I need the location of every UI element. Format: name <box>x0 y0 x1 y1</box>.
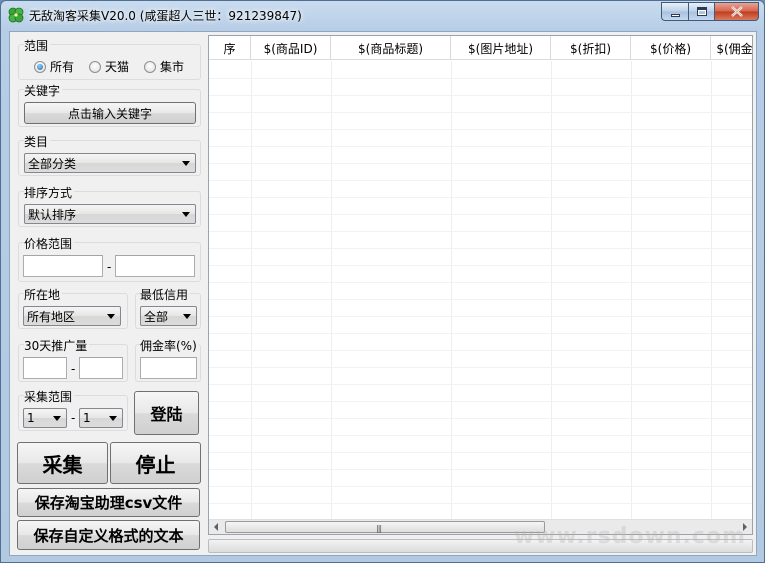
save-csv-button[interactable]: 保存淘宝助理csv文件 <box>17 488 200 517</box>
clover-app-icon <box>8 7 24 23</box>
radio-tmall[interactable]: 天猫 <box>89 58 129 75</box>
category-label: 类目 <box>24 133 51 150</box>
save-custom-text-button[interactable]: 保存自定义格式的文本 <box>17 520 200 550</box>
login-button[interactable]: 登陆 <box>134 391 199 435</box>
chevron-down-icon <box>182 212 190 217</box>
results-table[interactable]: 序 $(商品ID) $(商品标题) $(图片地址) $(折扣) $(价格) $(… <box>208 35 753 535</box>
table-header: 序 $(商品ID) $(商品标题) $(图片地址) $(折扣) $(价格) $(… <box>209 36 752 60</box>
price-label: 价格范围 <box>24 235 75 252</box>
app-window: 无敌淘客采集V20.0 (咸蛋超人三世：921239847) 范围 所有 天猫 … <box>0 0 765 563</box>
location-select[interactable]: 所有地区 <box>23 306 121 326</box>
client-area: 范围 所有 天猫 集市 关键字 点击输入关键字 类目 全部分类 排序方式 默认排… <box>9 31 757 556</box>
minimize-icon <box>670 13 680 17</box>
input-keyword-button[interactable]: 点击输入关键字 <box>24 102 196 124</box>
range-label: 范围 <box>24 37 51 54</box>
commission-input[interactable] <box>140 357 197 379</box>
sort-select[interactable]: 默认排序 <box>24 204 196 224</box>
chevron-down-icon <box>183 314 191 319</box>
chevron-down-icon <box>53 416 61 421</box>
location-group: 所在地 所有地区 <box>18 286 128 329</box>
credit-value: 全部 <box>144 309 169 324</box>
price-min-input[interactable] <box>23 255 103 277</box>
credit-group: 最低信用 全部 <box>135 286 201 329</box>
keyword-label: 关键字 <box>24 82 63 99</box>
radio-market[interactable]: 集市 <box>144 58 184 75</box>
radio-all[interactable]: 所有 <box>34 58 74 75</box>
title-bar[interactable]: 无敌淘客采集V20.0 (咸蛋超人三世：921239847) <box>1 1 764 31</box>
price-group: 价格范围 - <box>18 235 201 282</box>
column-header-commission[interactable]: $(佣金比 <box>711 36 752 60</box>
radio-all-indicator <box>34 60 46 73</box>
sort-label: 排序方式 <box>24 184 75 201</box>
window-title: 无敌淘客采集V20.0 (咸蛋超人三世：921239847) <box>29 9 302 23</box>
category-select[interactable]: 全部分类 <box>24 153 196 173</box>
close-icon <box>730 6 743 17</box>
credit-select[interactable]: 全部 <box>140 306 197 326</box>
radio-market-label: 集市 <box>160 60 185 74</box>
stop-button[interactable]: 停止 <box>110 442 201 484</box>
collect-button[interactable]: 采集 <box>17 442 108 484</box>
chevron-down-icon <box>182 161 190 166</box>
column-header-item-id[interactable]: $(商品ID) <box>251 36 331 60</box>
radio-tmall-indicator <box>89 60 101 73</box>
price-max-input[interactable] <box>115 255 195 277</box>
maximize-button[interactable] <box>688 2 714 21</box>
collect-range-label: 采集范围 <box>24 388 75 405</box>
watermark: www.rsdown.com <box>513 524 746 549</box>
range-group: 范围 所有 天猫 集市 <box>18 37 201 80</box>
category-group: 类目 全部分类 <box>18 133 201 176</box>
collect-range-separator: - <box>71 411 76 425</box>
column-header-index[interactable]: 序 <box>209 36 251 60</box>
promo-label: 30天推广量 <box>24 337 90 354</box>
column-header-price[interactable]: $(价格) <box>631 36 711 60</box>
collect-from-select[interactable]: 1 <box>23 408 67 428</box>
column-header-discount[interactable]: $(折扣) <box>551 36 631 60</box>
category-value: 全部分类 <box>28 156 77 171</box>
column-header-image-url[interactable]: $(图片地址) <box>451 36 551 60</box>
chevron-down-icon <box>107 314 115 319</box>
commission-label: 佣金率(%) <box>140 337 199 354</box>
credit-label: 最低信用 <box>140 286 191 303</box>
caption-buttons <box>661 2 759 21</box>
table-grid-lines <box>209 61 752 521</box>
collect-to-value: 1 <box>83 411 91 425</box>
scrollbar-thumb[interactable]: ||| <box>225 521 545 533</box>
location-value: 所有地区 <box>27 309 76 324</box>
column-header-item-title[interactable]: $(商品标题) <box>331 36 451 60</box>
collect-from-value: 1 <box>27 411 35 425</box>
location-label: 所在地 <box>24 286 63 303</box>
sort-value: 默认排序 <box>28 207 77 222</box>
commission-group: 佣金率(%) <box>135 337 201 382</box>
close-button[interactable] <box>714 2 759 21</box>
collect-to-select[interactable]: 1 <box>79 408 123 428</box>
keyword-group: 关键字 点击输入关键字 <box>18 82 201 127</box>
radio-tmall-label: 天猫 <box>105 60 130 74</box>
grip-icon: ||| <box>376 524 382 533</box>
promo-max-input[interactable] <box>79 357 123 379</box>
chevron-down-icon <box>109 416 117 421</box>
scroll-left-icon[interactable] <box>214 523 218 531</box>
price-separator: - <box>107 260 112 274</box>
radio-all-label: 所有 <box>50 60 75 74</box>
promo-min-input[interactable] <box>23 357 67 379</box>
promo-group: 30天推广量 - <box>18 337 128 382</box>
maximize-icon <box>696 7 707 16</box>
collect-range-group: 采集范围 1 - 1 <box>18 388 128 431</box>
promo-separator: - <box>71 362 76 376</box>
sort-group: 排序方式 默认排序 <box>18 184 201 227</box>
radio-market-indicator <box>144 60 156 73</box>
minimize-button[interactable] <box>661 2 688 21</box>
